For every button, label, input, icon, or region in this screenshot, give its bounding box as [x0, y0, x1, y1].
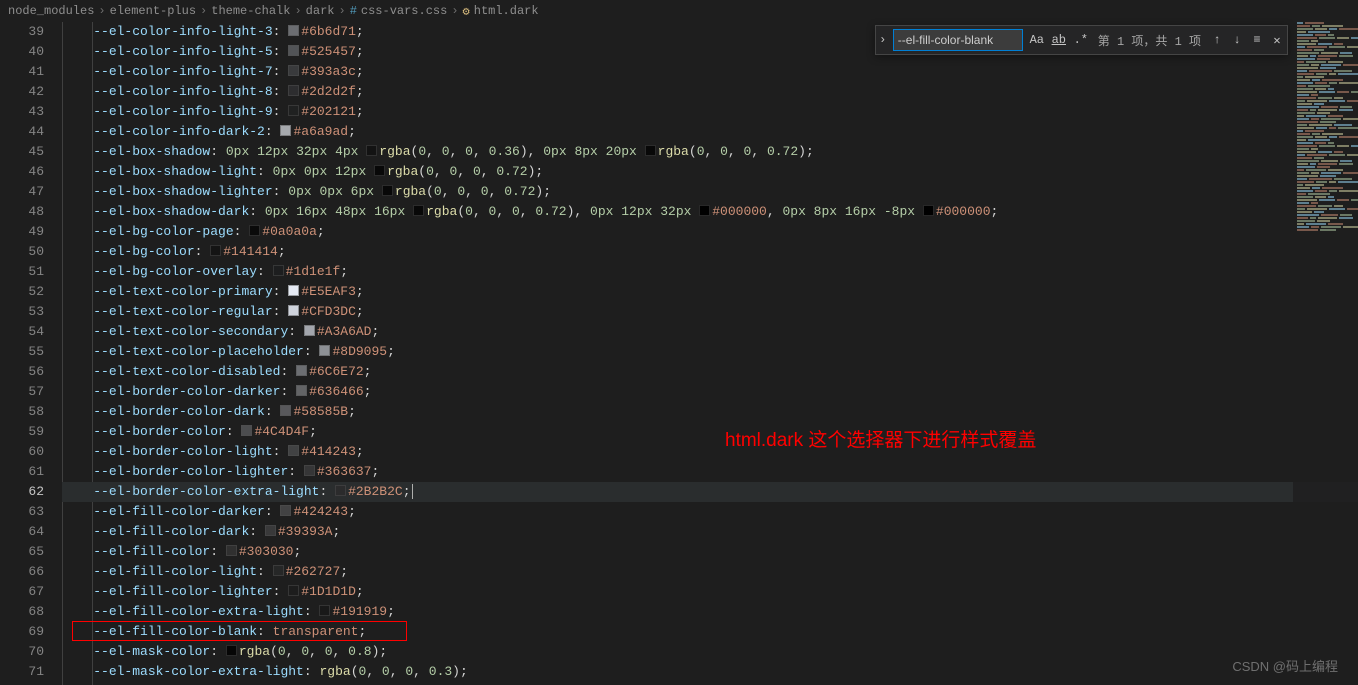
breadcrumb-item[interactable]: node_modules	[8, 4, 94, 18]
code-line[interactable]: --el-border-color-dark: #58585B;	[62, 402, 1358, 422]
breadcrumb: node_modules› element-plus› theme-chalk›…	[0, 0, 1358, 22]
code-line[interactable]: --el-text-color-disabled: #6C6E72;	[62, 362, 1358, 382]
line-number: 47	[0, 182, 44, 202]
code-line[interactable]: --el-border-color-extra-light: #2B2B2C;	[62, 482, 1358, 502]
line-number: 49	[0, 222, 44, 242]
code-line[interactable]: --el-border-color: #4C4D4F;	[62, 422, 1358, 442]
line-number: 43	[0, 102, 44, 122]
code-line[interactable]: --el-color-info-light-7: #393a3c;	[62, 62, 1358, 82]
watermark: CSDN @码上编程	[1232, 656, 1338, 675]
code-line[interactable]: --el-bg-color: #141414;	[62, 242, 1358, 262]
find-close[interactable]: ✕	[1267, 30, 1287, 50]
line-number: 59	[0, 422, 44, 442]
line-number: 62	[0, 482, 44, 502]
code-line[interactable]: --el-color-info-dark-2: #a6a9ad;	[62, 122, 1358, 142]
match-case-toggle[interactable]: Aa	[1027, 30, 1047, 50]
code-line[interactable]: --el-fill-color-dark: #39393A;	[62, 522, 1358, 542]
line-number: 50	[0, 242, 44, 262]
line-number: 41	[0, 62, 44, 82]
line-number: 71	[0, 662, 44, 682]
line-number: 42	[0, 82, 44, 102]
line-number-gutter: 3940414243444546474849505152535455565758…	[0, 22, 62, 685]
code-line[interactable]: --el-text-color-regular: #CFD3DC;	[62, 302, 1358, 322]
code-line[interactable]: --el-box-shadow-lighter: 0px 0px 6px rgb…	[62, 182, 1358, 202]
code-line[interactable]: --el-box-shadow: 0px 12px 32px 4px rgba(…	[62, 142, 1358, 162]
code-line[interactable]: --el-box-shadow-light: 0px 0px 12px rgba…	[62, 162, 1358, 182]
line-number: 66	[0, 562, 44, 582]
line-number: 58	[0, 402, 44, 422]
find-input[interactable]	[893, 29, 1023, 51]
code-line[interactable]: --el-fill-color-light: #262727;	[62, 562, 1358, 582]
breadcrumb-item[interactable]: html.dark	[474, 4, 539, 18]
line-number: 70	[0, 642, 44, 662]
line-number: 56	[0, 362, 44, 382]
code-line[interactable]: --el-color-info-light-8: #2d2d2f;	[62, 82, 1358, 102]
code-line[interactable]: --el-border-color-lighter: #363637;	[62, 462, 1358, 482]
code-line[interactable]: --el-fill-color-extra-light: #191919;	[62, 602, 1358, 622]
code-content[interactable]: --el-color-info-light-3: #6b6d71; --el-c…	[62, 22, 1358, 685]
match-word-toggle[interactable]: ab	[1049, 30, 1069, 50]
find-expand-toggle[interactable]: ›	[876, 26, 890, 54]
editor[interactable]: 3940414243444546474849505152535455565758…	[0, 22, 1358, 685]
find-prev[interactable]: ↑	[1207, 30, 1227, 50]
line-number: 48	[0, 202, 44, 222]
selector-icon: ⚙	[463, 4, 470, 19]
code-line[interactable]: --el-text-color-placeholder: #8D9095;	[62, 342, 1358, 362]
line-number: 44	[0, 122, 44, 142]
annotation-text: html.dark 这个选择器下进行样式覆盖	[725, 425, 1036, 452]
line-number: 55	[0, 342, 44, 362]
line-number: 69	[0, 622, 44, 642]
minimap[interactable]	[1293, 22, 1358, 685]
breadcrumb-item[interactable]: css-vars.css	[361, 4, 447, 18]
code-line[interactable]: --el-box-shadow-dark: 0px 16px 48px 16px…	[62, 202, 1358, 222]
line-number: 45	[0, 142, 44, 162]
line-number: 57	[0, 382, 44, 402]
code-line[interactable]: --el-fill-color: #303030;	[62, 542, 1358, 562]
regex-toggle[interactable]: .*	[1071, 30, 1091, 50]
line-number: 40	[0, 42, 44, 62]
find-widget: › Aa ab .* 第 1 项，共 1 项 ↑ ↓ ≡ ✕	[875, 25, 1288, 55]
code-line[interactable]: --el-bg-color-overlay: #1d1e1f;	[62, 262, 1358, 282]
find-in-selection[interactable]: ≡	[1247, 30, 1267, 50]
code-line[interactable]: --el-color-info-light-9: #202121;	[62, 102, 1358, 122]
code-line[interactable]: --el-border-color-darker: #636466;	[62, 382, 1358, 402]
line-number: 63	[0, 502, 44, 522]
find-next[interactable]: ↓	[1227, 30, 1247, 50]
css-file-icon: #	[350, 4, 357, 18]
line-number: 65	[0, 542, 44, 562]
line-number: 39	[0, 22, 44, 42]
breadcrumb-item[interactable]: element-plus	[110, 4, 196, 18]
code-line[interactable]: --el-fill-color-darker: #424243;	[62, 502, 1358, 522]
line-number: 46	[0, 162, 44, 182]
code-line[interactable]: --el-border-color-light: #414243;	[62, 442, 1358, 462]
breadcrumb-item[interactable]: theme-chalk	[211, 4, 290, 18]
breadcrumb-item[interactable]: dark	[306, 4, 335, 18]
line-number: 68	[0, 602, 44, 622]
line-number: 52	[0, 282, 44, 302]
line-number: 67	[0, 582, 44, 602]
code-line[interactable]: --el-mask-color: rgba(0, 0, 0, 0.8);	[62, 642, 1358, 662]
code-line[interactable]: --el-bg-color-page: #0a0a0a;	[62, 222, 1358, 242]
code-line[interactable]: --el-mask-color-extra-light: rgba(0, 0, …	[62, 662, 1358, 682]
code-line[interactable]: --el-text-color-secondary: #A3A6AD;	[62, 322, 1358, 342]
line-number: 51	[0, 262, 44, 282]
line-number: 54	[0, 322, 44, 342]
line-number: 61	[0, 462, 44, 482]
code-line[interactable]: --el-text-color-primary: #E5EAF3;	[62, 282, 1358, 302]
line-number: 64	[0, 522, 44, 542]
code-line[interactable]: --el-fill-color-lighter: #1D1D1D;	[62, 582, 1358, 602]
line-number: 60	[0, 442, 44, 462]
find-count: 第 1 项，共 1 项	[1098, 32, 1201, 49]
line-number: 53	[0, 302, 44, 322]
code-line[interactable]: --el-fill-color-blank: transparent;	[62, 622, 1358, 642]
